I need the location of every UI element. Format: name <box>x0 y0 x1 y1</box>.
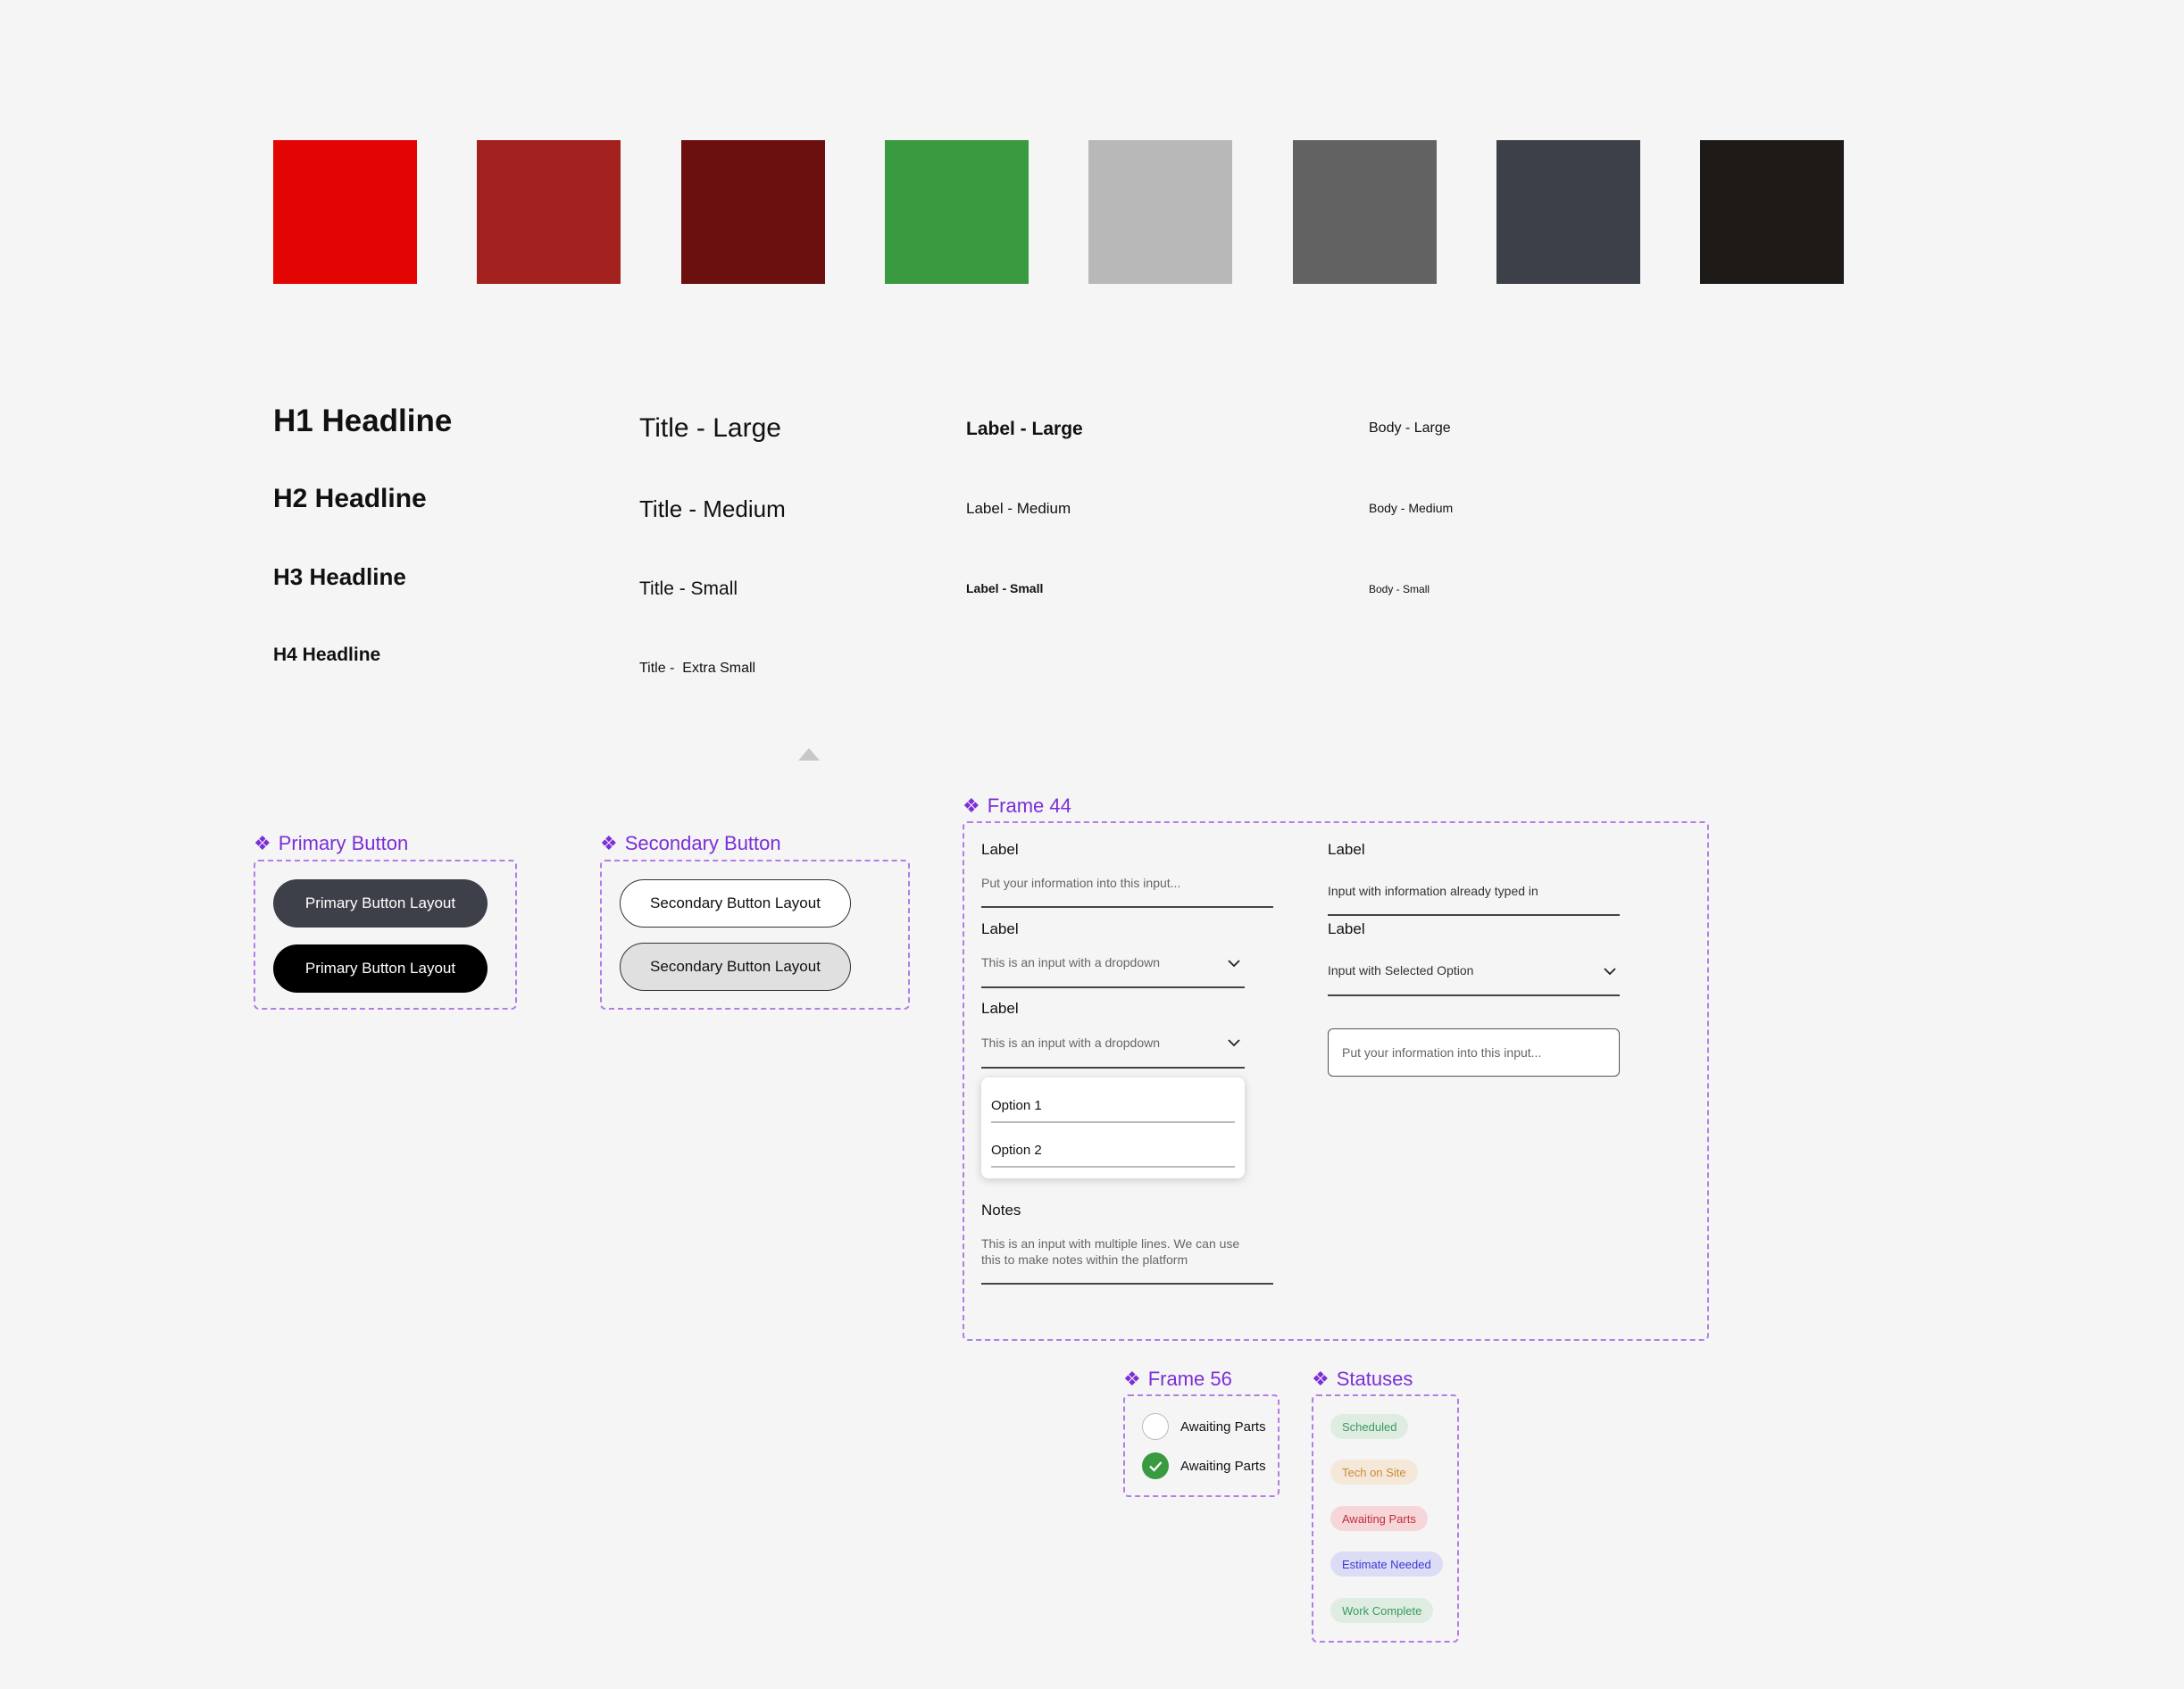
input-underline <box>1328 914 1620 916</box>
h1-headline-sample: H1 Headline <box>273 404 453 438</box>
status-badge-tech-on-site: Tech on Site <box>1330 1460 1418 1485</box>
notes-label: Notes <box>981 1202 1021 1219</box>
component-icon: ❖ <box>254 832 271 854</box>
status-badge-estimate-needed: Estimate Needed <box>1330 1552 1443 1577</box>
dropdown-input[interactable]: This is an input with a dropdown <box>981 955 1160 969</box>
input-label: Label <box>981 841 1019 858</box>
frame44-component-title: ❖ Frame 44 <box>963 795 1071 818</box>
h3-headline-sample: H3 Headline <box>273 563 406 590</box>
dropdown-label: Label <box>981 1000 1019 1017</box>
label-medium-sample: Label - Medium <box>966 500 1071 517</box>
statuses-component-title: ❖ Statuses <box>1312 1368 1413 1391</box>
color-swatch-light-gray <box>1088 140 1232 284</box>
component-title-text: Primary Button <box>278 832 409 854</box>
label-large-sample: Label - Large <box>966 419 1083 439</box>
dropdown-input-open[interactable]: This is an input with a dropdown <box>981 1036 1160 1050</box>
status-badge-scheduled: Scheduled <box>1330 1414 1409 1439</box>
chevron-down-icon[interactable] <box>1227 1036 1241 1050</box>
title-extra-small-sample: Title - Extra Small <box>639 661 756 676</box>
option-divider <box>991 1166 1235 1168</box>
component-icon: ❖ <box>600 832 618 854</box>
dropdown-underline <box>981 986 1245 988</box>
radio-label: Awaiting Parts <box>1180 1419 1266 1435</box>
frame56-frame <box>1123 1394 1280 1497</box>
body-large-sample: Body - Large <box>1369 420 1451 436</box>
component-icon: ❖ <box>1123 1368 1141 1390</box>
dropdown-underline <box>981 1067 1245 1069</box>
primary-button-component-title: ❖ Primary Button <box>254 832 408 855</box>
component-title-text: Secondary Button <box>624 832 781 854</box>
component-title-text: Statuses <box>1336 1368 1413 1390</box>
color-swatch-charcoal <box>1496 140 1640 284</box>
component-icon: ❖ <box>1312 1368 1330 1390</box>
component-title-text: Frame 56 <box>1147 1368 1232 1390</box>
dropdown-label: Label <box>1328 920 1365 937</box>
notes-textarea-line[interactable]: this to make notes within the platform <box>981 1252 1188 1267</box>
outlined-input-placeholder: Put your information into this input... <box>1342 1045 1542 1060</box>
component-icon: ❖ <box>963 795 980 817</box>
checkmark-icon <box>1149 1461 1163 1472</box>
status-badge-awaiting-parts: Awaiting Parts <box>1330 1506 1428 1531</box>
selected-dropdown-input[interactable]: Input with Selected Option <box>1328 963 1473 978</box>
title-medium-sample: Title - Medium <box>639 495 786 522</box>
component-title-text: Frame 44 <box>987 795 1071 817</box>
text-input[interactable]: Put your information into this input... <box>981 876 1273 890</box>
radio-checked[interactable] <box>1142 1452 1169 1479</box>
chevron-down-icon[interactable] <box>1227 956 1241 970</box>
frame56-component-title: ❖ Frame 56 <box>1123 1368 1232 1391</box>
dropdown-option[interactable]: Option 2 <box>991 1143 1042 1158</box>
notes-underline <box>981 1283 1273 1285</box>
primary-button[interactable]: Primary Button Layout <box>273 879 488 928</box>
color-swatch-dark-red <box>477 140 621 284</box>
color-swatch-gray <box>1293 140 1437 284</box>
title-small-sample: Title - Small <box>639 578 738 599</box>
dropdown-label: Label <box>981 920 1019 937</box>
h4-headline-sample: H4 Headline <box>273 645 381 665</box>
secondary-button-pressed[interactable]: Secondary Button Layout <box>620 943 851 991</box>
input-label: Label <box>1328 841 1365 858</box>
color-swatch-near-black <box>1700 140 1844 284</box>
option-divider <box>991 1121 1235 1123</box>
caret-up-icon <box>798 748 820 761</box>
color-swatch-maroon <box>681 140 825 284</box>
dropdown-underline <box>1328 994 1620 996</box>
secondary-button-component-title: ❖ Secondary Button <box>600 832 781 855</box>
filled-text-input[interactable]: Input with information already typed in <box>1328 884 1538 898</box>
color-swatch-green <box>885 140 1029 284</box>
notes-textarea-line[interactable]: This is an input with multiple lines. We… <box>981 1236 1239 1251</box>
body-small-sample: Body - Small <box>1369 583 1430 595</box>
status-badge-work-complete: Work Complete <box>1330 1598 1434 1623</box>
primary-button-dark[interactable]: Primary Button Layout <box>273 944 488 993</box>
title-large-sample: Title - Large <box>639 413 781 443</box>
chevron-down-icon[interactable] <box>1603 964 1617 978</box>
radio-label: Awaiting Parts <box>1180 1459 1266 1474</box>
secondary-button[interactable]: Secondary Button Layout <box>620 879 851 928</box>
dropdown-options-panel <box>981 1077 1245 1178</box>
h2-headline-sample: H2 Headline <box>273 484 427 513</box>
body-medium-sample: Body - Medium <box>1369 501 1454 515</box>
radio-unchecked[interactable] <box>1142 1413 1169 1440</box>
input-underline <box>981 906 1273 908</box>
dropdown-option[interactable]: Option 1 <box>991 1098 1042 1113</box>
label-small-sample: Label - Small <box>966 581 1044 595</box>
color-swatch-red <box>273 140 417 284</box>
